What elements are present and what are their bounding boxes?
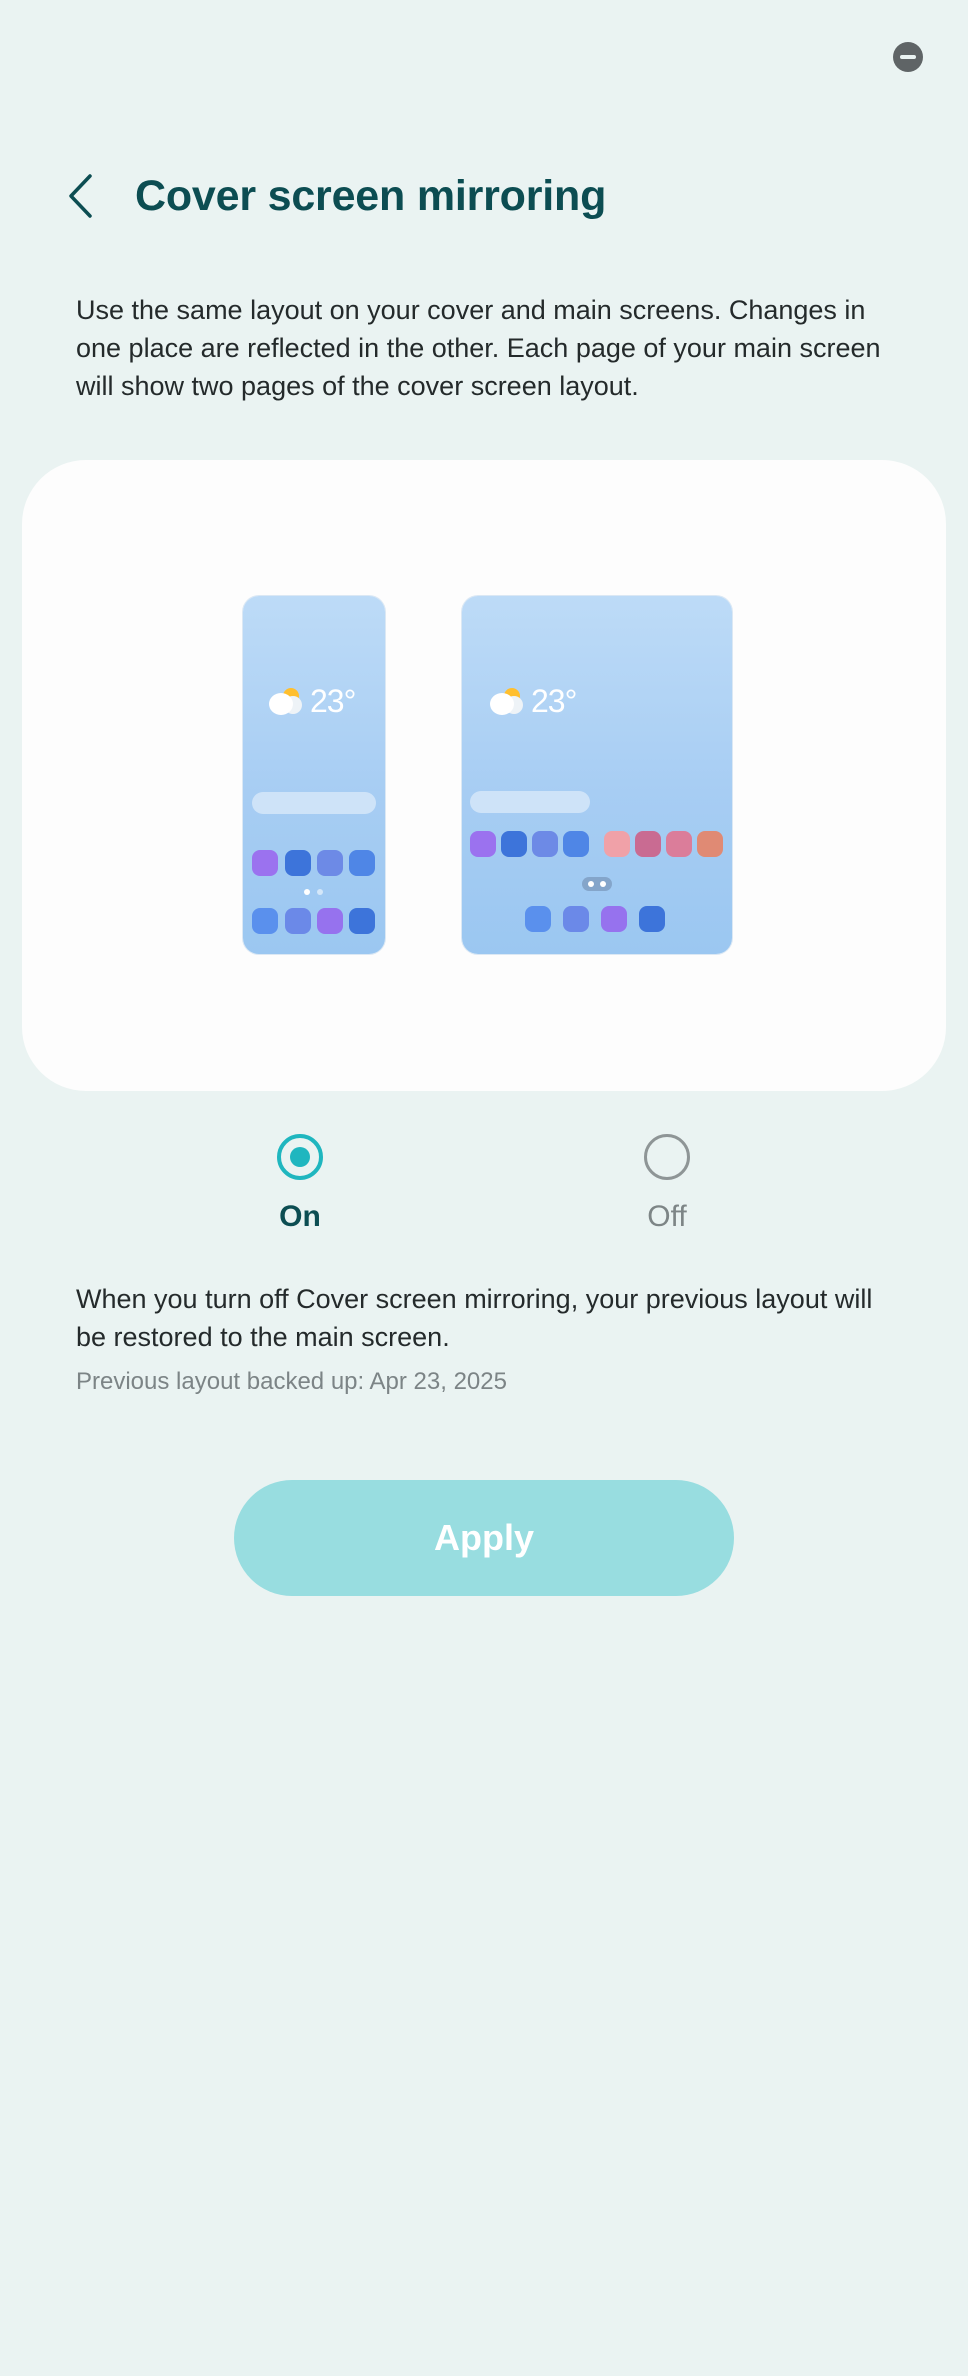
partly-sunny-icon bbox=[490, 686, 530, 716]
app-icon bbox=[697, 831, 723, 857]
partly-sunny-icon bbox=[269, 686, 309, 716]
backup-status-text: Previous layout backed up: Apr 23, 2025 bbox=[76, 1368, 507, 1395]
app-icon bbox=[317, 908, 343, 934]
page-title: Cover screen mirroring bbox=[135, 172, 607, 220]
search-bar bbox=[470, 791, 590, 813]
option-off[interactable]: Off bbox=[567, 1134, 767, 1236]
search-bar bbox=[252, 792, 376, 814]
page-indicator-dot bbox=[600, 881, 606, 887]
app-icon bbox=[349, 908, 375, 934]
app-icon bbox=[501, 831, 527, 857]
app-icon bbox=[470, 831, 496, 857]
app-icon bbox=[285, 908, 311, 934]
app-icon bbox=[635, 831, 661, 857]
app-icon bbox=[532, 831, 558, 857]
app-icon bbox=[563, 831, 589, 857]
app-icon bbox=[285, 850, 311, 876]
app-icon bbox=[252, 850, 278, 876]
cover-screen-preview: 23° bbox=[243, 596, 385, 954]
app-icon bbox=[525, 906, 551, 932]
weather-widget: 23° bbox=[269, 683, 356, 719]
option-on[interactable]: On bbox=[200, 1134, 400, 1236]
option-off-label: Off bbox=[647, 1200, 687, 1233]
chevron-left-icon bbox=[69, 174, 92, 218]
page-indicator bbox=[582, 877, 612, 891]
back-button[interactable] bbox=[56, 166, 104, 226]
app-icon bbox=[666, 831, 692, 857]
layout-preview-card: 23° 23° bbox=[22, 460, 946, 1091]
description-text: Use the same layout on your cover and ma… bbox=[76, 295, 881, 401]
option-on-label: On bbox=[279, 1200, 321, 1233]
app-icon bbox=[639, 906, 665, 932]
do-not-disturb-icon bbox=[893, 42, 923, 72]
temperature: 23° bbox=[310, 683, 356, 719]
app-icon bbox=[601, 906, 627, 932]
weather-widget: 23° bbox=[490, 683, 577, 719]
app-icon bbox=[604, 831, 630, 857]
app-icon bbox=[563, 906, 589, 932]
temperature: 23° bbox=[531, 683, 577, 719]
app-icon bbox=[252, 908, 278, 934]
info-text: When you turn off Cover screen mirroring… bbox=[76, 1284, 873, 1352]
page-indicator-dot bbox=[588, 881, 594, 887]
app-icon bbox=[317, 850, 343, 876]
page-indicator-dot bbox=[304, 889, 310, 895]
page-indicator-dot bbox=[317, 889, 323, 895]
app-icon bbox=[349, 850, 375, 876]
radio-on-selected[interactable] bbox=[277, 1134, 323, 1180]
radio-off[interactable] bbox=[644, 1134, 690, 1180]
main-screen-preview: 23° bbox=[462, 596, 732, 954]
apply-button[interactable]: Apply bbox=[234, 1480, 734, 1596]
